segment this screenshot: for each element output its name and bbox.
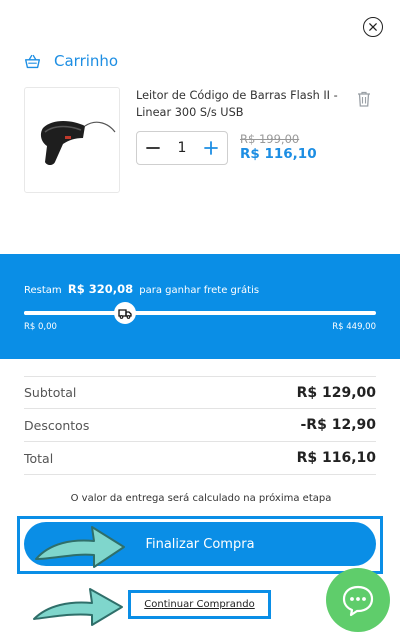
- free-shipping-progress-knob: [114, 302, 137, 324]
- arrow-annotation-icon: [33, 588, 123, 626]
- free-shipping-message: Restam R$ 320,08 para ganhar frete gráti…: [24, 282, 259, 296]
- discount-row: Descontos -R$ 12,90: [24, 409, 376, 442]
- basket-icon: [25, 54, 40, 68]
- free-shipping-min: R$ 0,00: [24, 322, 57, 332]
- minus-icon: [146, 147, 160, 149]
- continue-shopping-link[interactable]: Continuar Comprando: [131, 593, 268, 616]
- discount-value: -R$ 12,90: [300, 417, 377, 433]
- free-shipping-suffix: para ganhar frete grátis: [139, 285, 260, 296]
- total-value: R$ 116,10: [296, 450, 376, 466]
- cart-header: Carrinho: [24, 52, 118, 70]
- discount-label: Descontos: [24, 417, 90, 433]
- free-shipping-banner: Restam R$ 320,08 para ganhar frete gráti…: [0, 254, 400, 359]
- subtotal-row: Subtotal R$ 129,00: [24, 376, 376, 409]
- order-totals: Subtotal R$ 129,00 Descontos -R$ 12,90 T…: [24, 376, 376, 475]
- trash-icon[interactable]: [357, 91, 371, 107]
- arrow-annotation-icon: [35, 526, 125, 568]
- close-icon: [369, 23, 377, 31]
- free-shipping-progress: [24, 302, 376, 324]
- subtotal-label: Subtotal: [24, 385, 77, 400]
- quantity-value[interactable]: 1: [178, 140, 187, 156]
- increase-quantity-button[interactable]: [203, 140, 219, 156]
- decrease-quantity-button[interactable]: [145, 140, 161, 156]
- shipping-note: O valor da entrega será calculado na pró…: [70, 493, 332, 504]
- free-shipping-remaining: R$ 320,08: [67, 282, 134, 296]
- subtotal-value: R$ 129,00: [296, 384, 376, 401]
- original-price: R$ 199,00: [240, 132, 300, 146]
- cart-title: Carrinho: [54, 52, 119, 70]
- chat-button[interactable]: [326, 568, 390, 632]
- plus-icon: [204, 141, 218, 155]
- free-shipping-progress-fill: [24, 311, 126, 315]
- sale-price: R$ 116,10: [240, 146, 317, 162]
- free-shipping-max: R$ 449,00: [332, 322, 376, 332]
- product-name[interactable]: Leitor de Código de Barras Flash II - Li…: [136, 87, 346, 121]
- quantity-stepper: 1: [136, 131, 228, 165]
- free-shipping-prefix: Restam: [24, 285, 62, 296]
- product-image[interactable]: [24, 87, 120, 193]
- total-row: Total R$ 116,10: [24, 442, 376, 475]
- close-button[interactable]: [363, 17, 383, 37]
- truck-icon: [118, 308, 132, 319]
- chat-icon: [342, 585, 374, 617]
- total-label: Total: [24, 450, 54, 466]
